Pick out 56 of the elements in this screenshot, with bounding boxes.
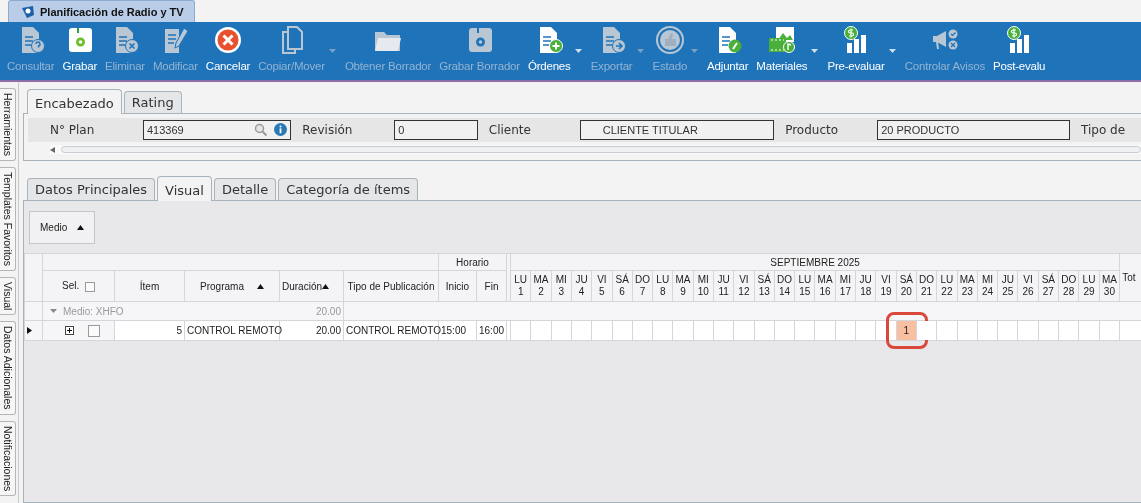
field-label: Producto [785,123,840,137]
field-label: Tipo de [1081,123,1127,137]
dollar-chart-button[interactable]: Pre-evaluar [824,25,888,77]
caret-icon[interactable] [574,49,582,53]
column-group-header: SEPTIEMBRE 2025 [510,253,1120,271]
scroll-left-icon[interactable] [50,146,55,153]
column-header[interactable]: Ítem [114,270,185,302]
side-tab[interactable]: Herramientas [0,88,16,162]
group-by-chip[interactable]: Medio [29,210,96,244]
field-label: Cliente [488,123,532,137]
search-icon[interactable] [254,123,269,137]
field-label: N° Plan [50,123,96,137]
side-tab[interactable]: Datos Adicionales [0,321,16,415]
tab[interactable]: Datos Principales [27,178,156,200]
column-header[interactable]: Programa [184,270,280,302]
tab[interactable]: Encabezado [27,89,122,114]
info-icon[interactable] [274,123,288,136]
side-tab[interactable]: Visual [0,277,16,316]
caret-icon[interactable] [811,49,819,53]
window-tab[interactable]: Planificación de Radio y TV [8,0,195,22]
collapse-caret-icon[interactable] [50,308,57,314]
floppy-disk-button[interactable]: Grabar [59,25,100,77]
thumbs-up-icon [654,25,685,55]
column-header[interactable]: Sel. [42,270,115,302]
column-header[interactable]: Tipo de Publicación [343,270,439,302]
column-header[interactable]: Tot [1119,253,1141,302]
checkbox[interactable] [85,281,95,292]
group-total: 20.00 [315,305,341,317]
search-field[interactable]: 413369 [143,120,292,140]
column-header[interactable]: Duración [279,270,344,302]
tab[interactable]: Categoría de ítems [278,178,419,200]
expand-icon[interactable] [65,326,74,336]
document-clip-button[interactable]: Adjuntar [704,25,752,77]
cancel-icon [213,25,244,55]
input-field[interactable]: 0 [394,120,478,140]
group-label: Medio: XHFO [63,305,124,317]
media-icon [766,25,797,55]
side-tab[interactable]: Notificaciones [0,420,16,497]
media-button[interactable]: Materiales [753,25,811,77]
side-tab[interactable]: Templates Favoritos [0,167,16,271]
input-field[interactable]: 20 PRODUCTO [877,120,1070,140]
tab[interactable]: Rating [123,91,182,113]
app-logo-icon [21,4,35,19]
sort-ascending-icon[interactable] [322,284,329,290]
tab[interactable]: Visual [157,176,212,201]
sort-ascending-icon[interactable] [257,284,264,290]
caret-icon[interactable] [888,49,896,53]
sort-ascending-icon[interactable] [77,224,85,230]
document-add-button[interactable]: Órdenes [524,25,574,77]
column-group-header: Horario [438,253,507,271]
dollar-chart-button[interactable]: Post-evalu [990,25,1049,77]
tab[interactable]: Detalle [213,178,277,200]
field-label: Revisión [302,123,354,137]
checkbox[interactable] [88,324,100,337]
input-field[interactable]: CLIENTE TITULAR [579,120,775,140]
cancel-button[interactable]: Cancelar [202,25,254,77]
